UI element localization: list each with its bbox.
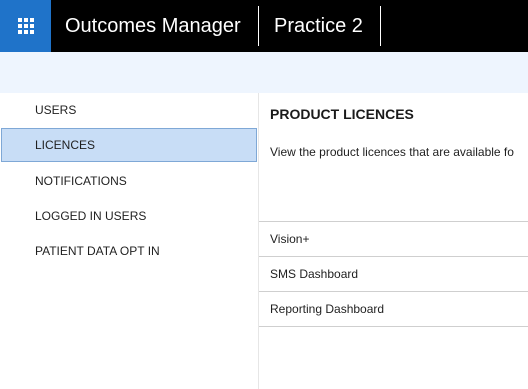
sidebar-item-notifications[interactable]: NOTIFICATIONS [1, 164, 257, 198]
sidebar-nav: USERS LICENCES NOTIFICATIONS LOGGED IN U… [0, 93, 258, 389]
sidebar-item-users[interactable]: USERS [1, 93, 257, 127]
sidebar-item-licences[interactable]: LICENCES [1, 128, 257, 162]
sub-header-band [0, 52, 528, 93]
practice-name[interactable]: Practice 2 [259, 0, 380, 52]
licence-row-sms-dashboard[interactable]: SMS Dashboard [259, 257, 528, 292]
sidebar-item-logged-in-users[interactable]: LOGGED IN USERS [1, 199, 257, 233]
page-title: PRODUCT LICENCES [270, 106, 414, 122]
main-content: PRODUCT LICENCES View the product licenc… [258, 93, 528, 389]
header-divider [380, 6, 381, 46]
waffle-grid-icon [17, 18, 34, 34]
licence-row-reporting-dashboard[interactable]: Reporting Dashboard [259, 292, 528, 327]
top-bar: Outcomes Manager Practice 2 [0, 0, 528, 52]
licence-row-vision-plus[interactable]: Vision+ [259, 222, 528, 257]
app-title[interactable]: Outcomes Manager [51, 0, 258, 52]
sidebar-item-patient-data-opt-in[interactable]: PATIENT DATA OPT IN [1, 234, 257, 268]
licence-list: Vision+ SMS Dashboard Reporting Dashboar… [259, 221, 528, 327]
page-description: View the product licences that are avail… [270, 145, 514, 159]
app-launcher-button[interactable] [0, 0, 51, 52]
